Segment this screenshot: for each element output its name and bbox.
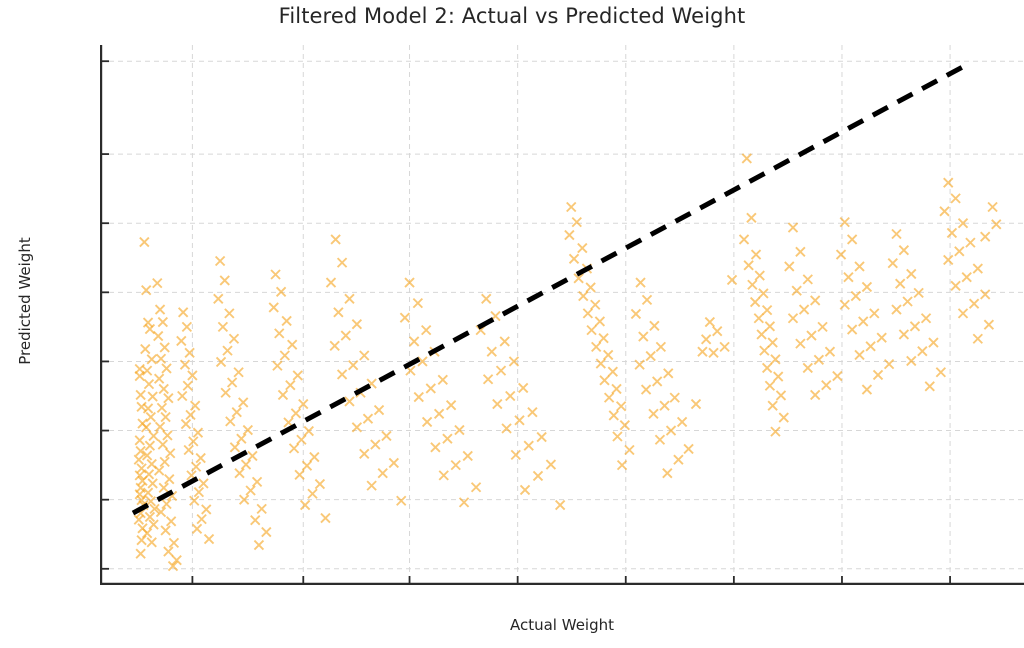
y-axis-label: Predicted Weight [16, 237, 34, 365]
plot-area [100, 45, 1024, 585]
scatter-points [133, 153, 1002, 572]
figure-canvas: Filtered Model 2: Actual vs Predicted We… [0, 0, 1024, 648]
x-axis-label: Actual Weight [509, 616, 615, 634]
horizontal-gridlines [100, 60, 1024, 570]
chart-title: Filtered Model 2: Actual vs Predicted We… [278, 4, 746, 28]
identity-reference-line [131, 60, 972, 516]
scatter-plot-svg [100, 45, 1024, 585]
